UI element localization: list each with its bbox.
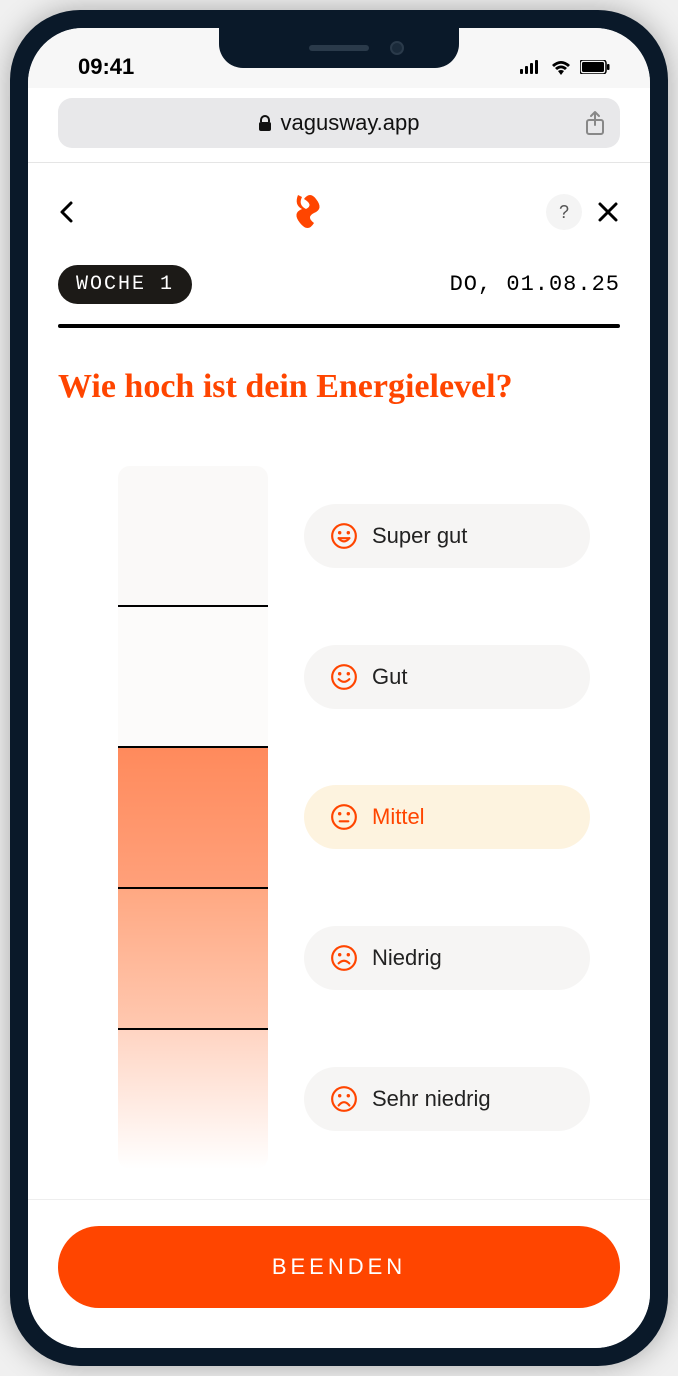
meta-row: WOCHE 1 DO, 01.08.25	[28, 257, 650, 316]
energy-option[interactable]: Sehr niedrig	[304, 1067, 590, 1131]
battery-icon	[580, 60, 610, 74]
energy-option[interactable]: Mittel	[304, 785, 590, 849]
wifi-icon	[550, 59, 572, 75]
option-label: Super gut	[372, 523, 467, 549]
bar-segment	[118, 1028, 268, 1169]
option-label: Niedrig	[372, 945, 442, 971]
phone-notch	[219, 28, 459, 68]
status-icons	[520, 59, 610, 75]
logo-icon	[288, 187, 332, 237]
energy-option[interactable]: Niedrig	[304, 926, 590, 990]
question-title: Wie hoch ist dein Energielevel?	[28, 328, 650, 436]
app-logo	[288, 187, 332, 237]
energy-bar[interactable]	[118, 466, 268, 1169]
lock-icon	[258, 115, 272, 131]
phone-frame: 09:41 vagusway.app	[10, 10, 668, 1366]
energy-option[interactable]: Gut	[304, 645, 590, 709]
option-label: Sehr niedrig	[372, 1086, 491, 1112]
cellular-icon	[520, 60, 542, 74]
back-button[interactable]	[58, 200, 74, 224]
mood-icon	[330, 803, 358, 831]
browser-url-bar[interactable]: vagusway.app	[58, 98, 620, 148]
close-button[interactable]	[596, 200, 620, 224]
date-label: DO, 01.08.25	[450, 272, 620, 297]
bar-segment	[118, 887, 268, 1028]
mood-icon	[330, 944, 358, 972]
energy-option[interactable]: Super gut	[304, 504, 590, 568]
option-label: Gut	[372, 664, 407, 690]
bar-segment	[118, 605, 268, 746]
mood-icon	[330, 522, 358, 550]
status-time: 09:41	[78, 54, 134, 80]
help-button[interactable]: ?	[546, 194, 582, 230]
bar-segment	[118, 466, 268, 605]
share-icon	[584, 110, 606, 136]
week-badge: WOCHE 1	[58, 265, 192, 304]
footer: BEENDEN	[28, 1199, 650, 1348]
phone-screen: 09:41 vagusway.app	[28, 28, 650, 1348]
close-icon	[596, 200, 620, 224]
energy-levels: Super gut Gut Mittel Niedrig Sehr niedrig	[28, 436, 650, 1199]
options-list: Super gut Gut Mittel Niedrig Sehr niedrig	[304, 466, 590, 1169]
bar-segment	[118, 746, 268, 887]
end-button[interactable]: BEENDEN	[58, 1226, 620, 1308]
share-button[interactable]	[584, 110, 606, 136]
mood-icon	[330, 1085, 358, 1113]
app-header: ?	[28, 163, 650, 257]
mood-icon	[330, 663, 358, 691]
chevron-left-icon	[58, 200, 74, 224]
browser-domain: vagusway.app	[280, 110, 419, 136]
option-label: Mittel	[372, 804, 425, 830]
